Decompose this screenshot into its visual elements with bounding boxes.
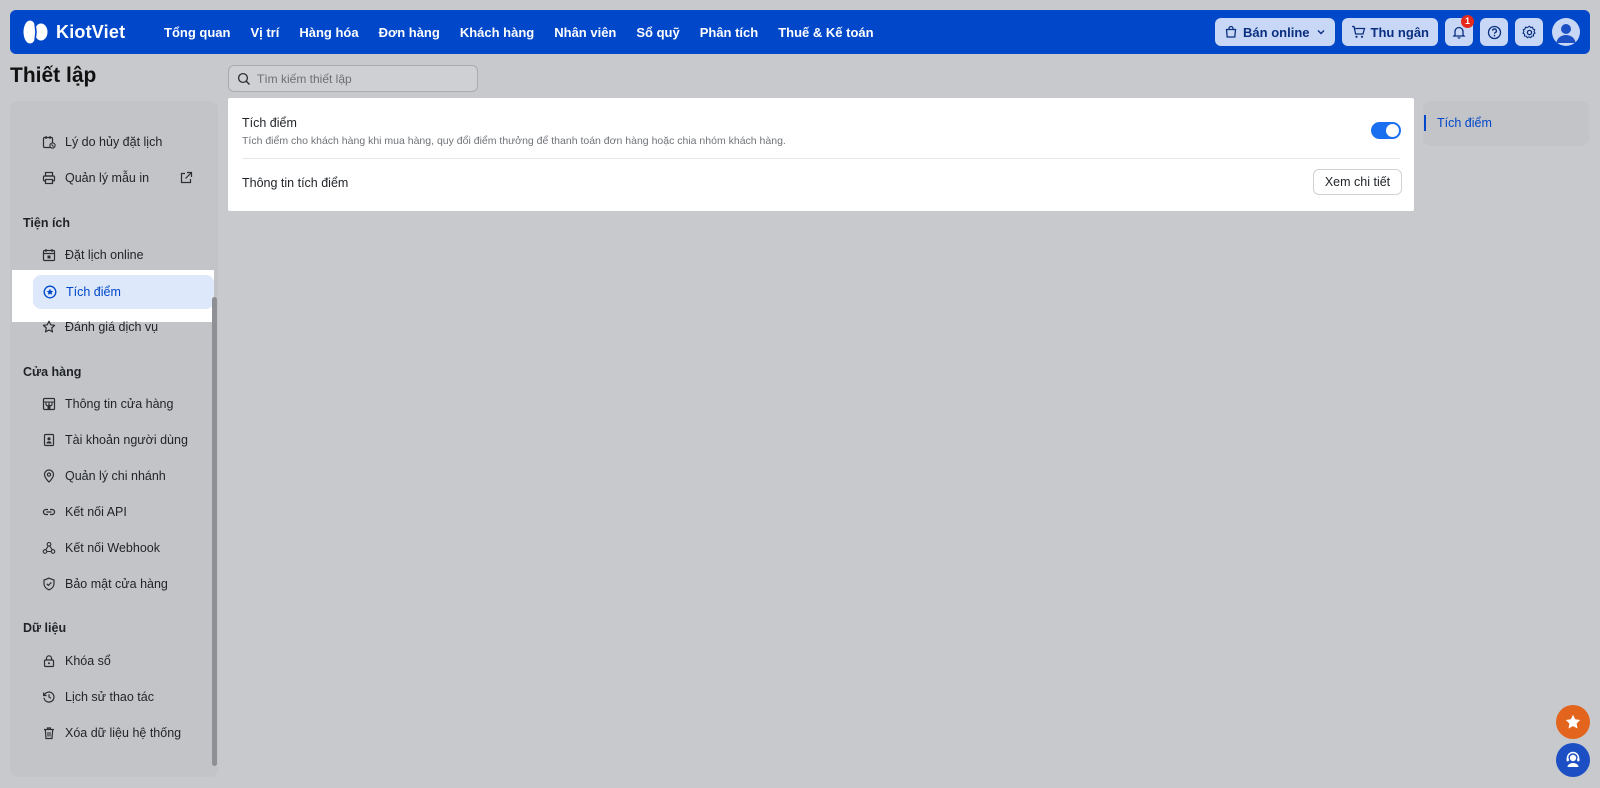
thu-ngan-label: Thu ngân: [1370, 24, 1430, 40]
nav-thue-ke-toan[interactable]: Thuế & Kế toán: [778, 25, 873, 40]
search-input[interactable]: [257, 71, 467, 86]
ban-online-label: Bán online: [1243, 24, 1310, 40]
main-nav: Tổng quan Vị trí Hàng hóa Đơn hàng Khách…: [164, 25, 894, 40]
card-divider: [242, 158, 1400, 159]
brand-logo[interactable]: KiotViet: [22, 18, 150, 46]
help-icon: [1487, 25, 1501, 39]
page-title: Thiết lập: [10, 64, 97, 87]
sidebar-item-lich-su-thao-tac[interactable]: Lịch sử thao tác: [32, 680, 214, 714]
search-icon: [237, 72, 250, 85]
lock-icon: [43, 655, 55, 668]
tich-diem-card: Tích điểm Tích điểm cho khách hàng khi m…: [228, 98, 1414, 211]
nav-nhan-vien[interactable]: Nhân viên: [554, 25, 616, 40]
sidebar-item-label: Quản lý mẫu in: [65, 171, 150, 185]
ban-online-button[interactable]: Bán online: [1215, 18, 1335, 46]
anchor-link-tich-diem[interactable]: Tích điểm: [1437, 116, 1492, 130]
sidebar-item-quan-ly-chi-nhanh[interactable]: Quản lý chi nhánh: [32, 459, 214, 493]
top-navbar: KiotViet Tổng quan Vị trí Hàng hóa Đơn h…: [10, 10, 1590, 54]
help-button[interactable]: [1480, 18, 1508, 46]
sidebar-item-label: Kết nối Webhook: [65, 541, 160, 555]
sidebar-item-label: Quản lý chi nhánh: [65, 469, 166, 483]
sidebar-item-xoa-du-lieu[interactable]: Xóa dữ liệu hệ thống: [32, 716, 214, 750]
top-actions: Bán online Thu ngân 1: [1208, 15, 1580, 46]
store-icon: [42, 397, 56, 411]
sidebar-item-ly-do-huy-dat-lich[interactable]: Lý do hủy đặt lịch: [32, 125, 214, 159]
printer-icon: [42, 171, 56, 185]
notification-badge: 1: [1461, 15, 1474, 28]
gear-icon: [1521, 24, 1536, 38]
sidebar-item-bao-mat-cua-hang[interactable]: Bảo mật cửa hàng: [32, 567, 214, 601]
sidebar-item-label: Kết nối API: [65, 505, 127, 519]
nav-so-quy[interactable]: Sổ quỹ: [636, 25, 679, 40]
external-link-icon[interactable]: [179, 171, 193, 185]
nav-hang-hoa[interactable]: Hàng hóa: [299, 25, 358, 40]
star-circle-icon: [43, 285, 57, 299]
toggle-knob: [1386, 124, 1399, 137]
sidebar-item-tich-diem[interactable]: Tích điểm: [33, 275, 214, 309]
sidebar-item-danh-gia-dich-vu[interactable]: Đánh giá dịch vụ: [32, 310, 214, 344]
user-icon: [1556, 24, 1576, 43]
kiotviet-logo-icon: [23, 20, 48, 44]
sidebar-item-label: Lý do hủy đặt lịch: [65, 135, 163, 149]
shield-icon: [43, 577, 55, 591]
nav-phan-tich[interactable]: Phân tích: [700, 25, 759, 40]
user-avatar[interactable]: [1552, 18, 1580, 46]
history-icon: [43, 691, 55, 703]
calendar-cancel-icon: [42, 136, 56, 149]
settings-search[interactable]: [228, 65, 478, 92]
sidebar-item-label: Tích điểm: [66, 285, 121, 299]
sidebar-item-label: Lịch sử thao tác: [65, 690, 154, 704]
thu-ngan-button[interactable]: Thu ngân: [1341, 18, 1438, 46]
setting-description: Tích điểm cho khách hàng khi mua hàng, q…: [242, 135, 786, 147]
sidebar-item-ket-noi-webhook[interactable]: Kết nối Webhook: [32, 531, 214, 565]
trash-icon: [44, 727, 54, 740]
shopping-bag-icon: [1225, 25, 1237, 38]
brand-name: KiotViet: [56, 21, 126, 42]
sidebar-section-tien-ich: Tiện ích: [23, 216, 71, 230]
nav-don-hang[interactable]: Đơn hàng: [379, 25, 440, 40]
sidebar-item-label: Thông tin cửa hàng: [65, 397, 174, 411]
location-pin-icon: [43, 469, 55, 483]
nav-tong-quan[interactable]: Tổng quan: [164, 25, 230, 40]
calendar-icon: [42, 249, 56, 262]
sidebar-item-label: Bảo mật cửa hàng: [65, 577, 168, 591]
setting-title: Tích điểm: [242, 116, 297, 130]
support-agent-icon: [1566, 751, 1580, 767]
sidebar-item-thong-tin-cua-hang[interactable]: Thông tin cửa hàng: [32, 387, 214, 421]
sidebar-item-label: Khóa sổ: [65, 654, 111, 668]
favorite-fab[interactable]: [1556, 705, 1590, 739]
sidebar-item-khoa-so[interactable]: Khóa sổ: [32, 644, 214, 678]
chevron-down-icon: [1317, 30, 1324, 35]
anchor-active-indicator: [1424, 115, 1426, 131]
sidebar-item-dat-lich-online[interactable]: Đặt lịch online: [32, 238, 214, 272]
star-icon: [1565, 714, 1581, 729]
support-fab[interactable]: [1556, 743, 1590, 777]
star-icon: [42, 320, 56, 333]
settings-button[interactable]: [1515, 18, 1543, 46]
sidebar-item-label: Đánh giá dịch vụ: [65, 320, 159, 334]
sidebar-item-label: Đặt lịch online: [65, 248, 144, 262]
xem-chi-tiet-button[interactable]: Xem chi tiết: [1313, 169, 1402, 195]
sidebar-scrollbar[interactable]: [212, 297, 217, 766]
nav-khach-hang[interactable]: Khách hàng: [460, 25, 534, 40]
sidebar-item-tai-khoan-nguoi-dung[interactable]: Tài khoản người dùng: [32, 423, 214, 457]
nav-vi-tri[interactable]: Vị trí: [250, 25, 279, 40]
user-file-icon: [43, 433, 55, 447]
sidebar-item-label: Tài khoản người dùng: [65, 433, 188, 447]
sidebar-item-ket-noi-api[interactable]: Kết nối API: [32, 495, 214, 529]
tich-diem-toggle[interactable]: [1371, 122, 1401, 139]
notification-button[interactable]: 1: [1445, 15, 1474, 46]
webhook-icon: [42, 541, 56, 554]
info-label: Thông tin tích điểm: [242, 176, 349, 190]
cart-icon: [1351, 25, 1365, 38]
sidebar-item-label: Xóa dữ liệu hệ thống: [65, 726, 182, 740]
link-icon: [42, 508, 56, 516]
sidebar-item-quan-ly-mau-in[interactable]: Quản lý mẫu in: [32, 161, 214, 195]
